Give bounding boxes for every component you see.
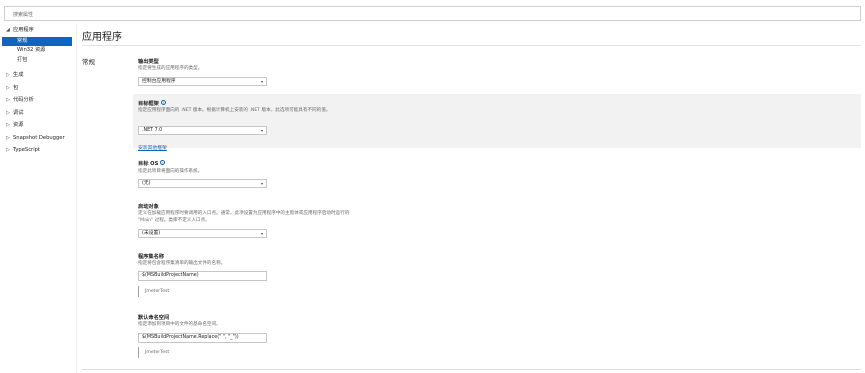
sidebar-item-packaging[interactable]: 打包 bbox=[2, 56, 74, 65]
search-properties-input[interactable]: 搜索属性 bbox=[4, 6, 861, 21]
chevron-down-icon: ▾ bbox=[260, 79, 263, 84]
info-icon[interactable]: i bbox=[160, 160, 166, 165]
assembly-name-input[interactable]: $(MSBuildProjectName) bbox=[138, 271, 267, 281]
chevron-right-icon: ▷ bbox=[6, 85, 10, 91]
info-icon[interactable]: i bbox=[160, 100, 166, 105]
output-type-select[interactable]: 控制台应用程序 ▾ bbox=[138, 77, 267, 86]
sidebar-item-application[interactable]: ◢ 应用程序 bbox=[2, 26, 74, 35]
sidebar-item-general[interactable]: 常规 bbox=[2, 37, 72, 46]
target-os-description: 指定此项目将面向的操作系统。 bbox=[138, 169, 203, 174]
default-namespace-input[interactable]: $(MSBuildProjectName.Replace(" ", "_")) bbox=[138, 333, 267, 343]
section-heading: 常规 bbox=[82, 58, 95, 66]
title-divider bbox=[82, 45, 861, 46]
assembly-name-preview: JmeterTest bbox=[138, 286, 169, 297]
output-type-title: 输出类型 bbox=[138, 59, 159, 65]
startup-object-title: 启动对象 bbox=[138, 204, 159, 210]
sidebar-item-package[interactable]: ▷ 包 bbox=[2, 84, 74, 93]
default-namespace-description: 指定添加到项目中的文件的基命名空间。 bbox=[138, 322, 221, 327]
assembly-name-property: 程序集名称 指定将包含程序集清单的输出文件的名称。 $(MSBuildProje… bbox=[133, 251, 861, 299]
sidebar-item-win32-resources[interactable]: Win32 资源 bbox=[2, 46, 74, 55]
target-os-title: 目标 OS i bbox=[138, 160, 166, 167]
output-type-property: 输出类型 指定要生成的应用程序的类型。 控制台应用程序 ▾ bbox=[133, 55, 861, 91]
chevron-down-icon: ▾ bbox=[260, 231, 263, 236]
chevron-right-icon: ▷ bbox=[6, 135, 10, 141]
target-framework-title: 目标框架 i bbox=[138, 100, 166, 107]
assembly-name-title: 程序集名称 bbox=[138, 254, 164, 260]
default-namespace-title: 默认命名空间 bbox=[138, 315, 170, 321]
chevron-right-icon: ▷ bbox=[6, 97, 10, 103]
chevron-right-icon: ▷ bbox=[6, 72, 10, 78]
startup-object-description: 定义在加载应用程序时要调用的入口点。通常，此项设置为应用程序中的主窗体或应用程序… bbox=[138, 211, 350, 223]
target-os-property: 目标 OS i 指定此项目将面向的操作系统。 (无) ▾ bbox=[133, 158, 861, 190]
install-other-frameworks-link[interactable]: 安装其他框架 bbox=[138, 144, 167, 151]
sidebar-item-code-analysis[interactable]: ▷ 代码分析 bbox=[2, 96, 74, 105]
sidebar-item-resources[interactable]: ▷ 资源 bbox=[2, 121, 74, 130]
chevron-right-icon: ▷ bbox=[6, 122, 10, 128]
chevron-right-icon: ▷ bbox=[6, 110, 10, 116]
page-title: 应用程序 bbox=[82, 32, 122, 43]
assembly-name-description: 指定将包含程序集清单的输出文件的名称。 bbox=[138, 261, 226, 266]
sidebar-item-build[interactable]: ▷ 生成 bbox=[2, 71, 74, 80]
chevron-down-icon: ◢ bbox=[6, 27, 10, 33]
bottom-divider bbox=[82, 369, 861, 370]
startup-object-select[interactable]: (未设置) ▾ bbox=[138, 229, 267, 238]
default-namespace-property: 默认命名空间 指定添加到项目中的文件的基命名空间。 $(MSBuildProje… bbox=[133, 312, 861, 360]
sidebar-divider bbox=[76, 24, 77, 373]
output-type-description: 指定要生成的应用程序的类型。 bbox=[138, 66, 203, 71]
sidebar-item-debug[interactable]: ▷ 调试 bbox=[2, 109, 74, 118]
sidebar-item-snapshot-debugger[interactable]: ▷ Snapshot Debugger bbox=[2, 134, 74, 143]
sidebar: ◢ 应用程序 常规 Win32 资源 打包 ▷ 生成 ▷ 包 ▷ 代码分析 ▷ … bbox=[2, 24, 74, 373]
chevron-down-icon: ▾ bbox=[260, 181, 263, 186]
target-framework-description: 指定应用程序面向的 .NET 版本。根据计算机上安装的 .NET 版本，此选项可… bbox=[138, 108, 331, 113]
target-framework-select[interactable]: .NET 7.0 ▾ bbox=[138, 126, 267, 135]
chevron-right-icon: ▷ bbox=[6, 147, 10, 153]
target-os-select[interactable]: (无) ▾ bbox=[138, 179, 267, 188]
default-namespace-preview: JmeterTest bbox=[138, 347, 169, 358]
chevron-down-icon: ▾ bbox=[260, 128, 263, 133]
target-framework-property: 目标框架 i 指定应用程序面向的 .NET 版本。根据计算机上安装的 .NET 版… bbox=[133, 94, 861, 148]
startup-object-property: 启动对象 定义在加载应用程序时要调用的入口点。通常，此项设置为应用程序中的主窗体… bbox=[133, 201, 861, 241]
sidebar-item-typescript[interactable]: ▷ TypeScript bbox=[2, 146, 74, 155]
